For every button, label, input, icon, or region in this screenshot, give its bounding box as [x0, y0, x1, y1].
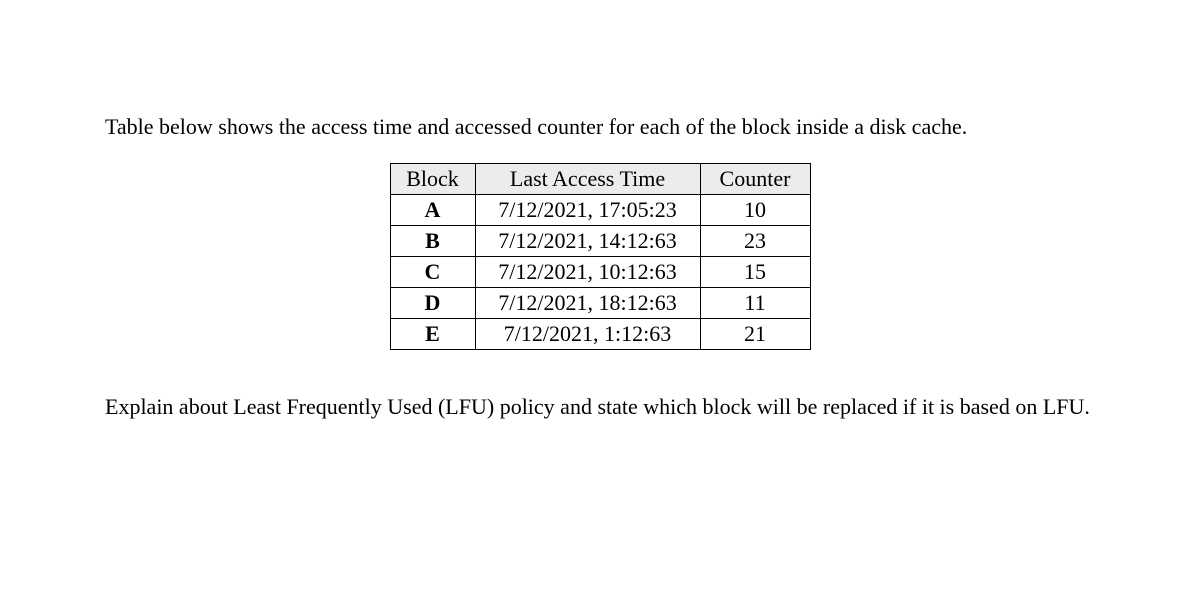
cell-counter: 21: [700, 319, 810, 350]
cell-counter: 15: [700, 257, 810, 288]
cell-counter: 23: [700, 226, 810, 257]
cell-last-access-time: 7/12/2021, 18:12:63: [475, 288, 700, 319]
table-header-row: Block Last Access Time Counter: [390, 164, 810, 195]
header-last-access-time: Last Access Time: [475, 164, 700, 195]
cell-block: D: [390, 288, 475, 319]
header-block: Block: [390, 164, 475, 195]
cell-counter: 11: [700, 288, 810, 319]
table-row: C 7/12/2021, 10:12:63 15: [390, 257, 810, 288]
intro-paragraph: Table below shows the access time and ac…: [105, 110, 1095, 143]
question-paragraph: Explain about Least Frequently Used (LFU…: [105, 390, 1095, 423]
cell-counter: 10: [700, 195, 810, 226]
cell-last-access-time: 7/12/2021, 17:05:23: [475, 195, 700, 226]
cell-block: A: [390, 195, 475, 226]
cache-table: Block Last Access Time Counter A 7/12/20…: [390, 163, 811, 350]
table-wrapper: Block Last Access Time Counter A 7/12/20…: [105, 163, 1095, 350]
cell-block: B: [390, 226, 475, 257]
header-counter: Counter: [700, 164, 810, 195]
table-row: B 7/12/2021, 14:12:63 23: [390, 226, 810, 257]
table-row: A 7/12/2021, 17:05:23 10: [390, 195, 810, 226]
cell-last-access-time: 7/12/2021, 14:12:63: [475, 226, 700, 257]
cell-block: C: [390, 257, 475, 288]
cell-block: E: [390, 319, 475, 350]
cell-last-access-time: 7/12/2021, 10:12:63: [475, 257, 700, 288]
table-row: E 7/12/2021, 1:12:63 21: [390, 319, 810, 350]
cell-last-access-time: 7/12/2021, 1:12:63: [475, 319, 700, 350]
table-row: D 7/12/2021, 18:12:63 11: [390, 288, 810, 319]
